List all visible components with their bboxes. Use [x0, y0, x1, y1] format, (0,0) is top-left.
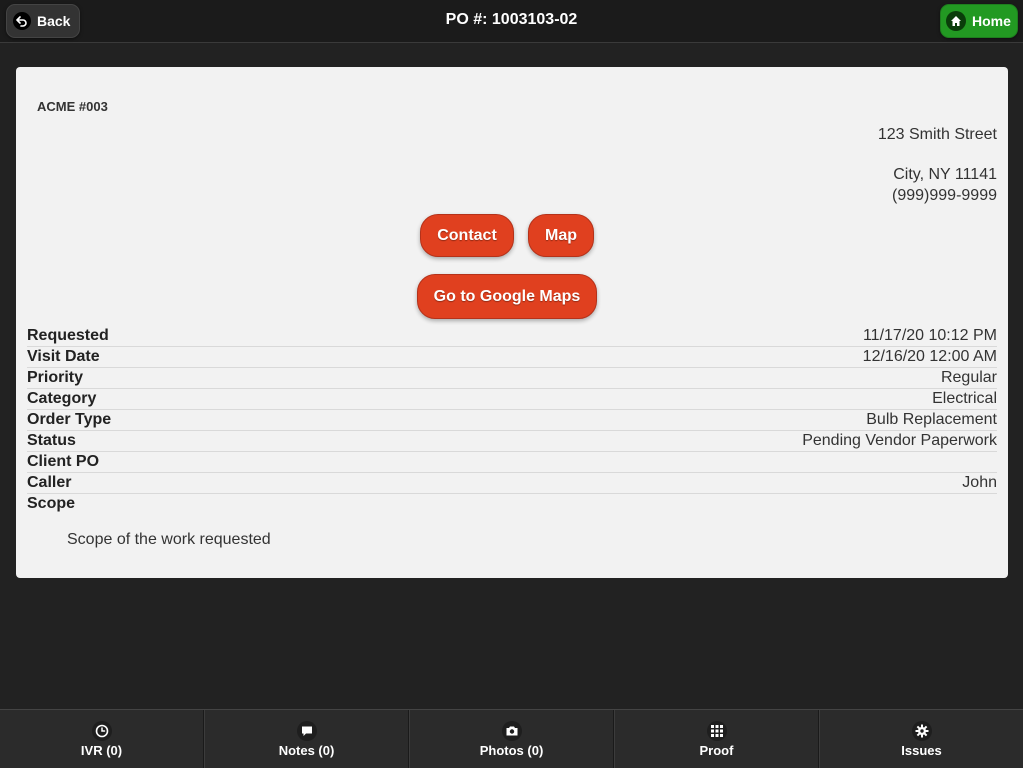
detail-label: Category [27, 390, 97, 407]
store-name: ACME #003 [37, 99, 108, 114]
grid-icon [706, 720, 727, 741]
footer-tab-proof[interactable]: Proof [614, 710, 819, 768]
footer-tab-label: Photos (0) [479, 742, 544, 758]
detail-row-category: Category Electrical [27, 389, 997, 410]
footer-tab-ivr[interactable]: IVR (0) [0, 710, 204, 768]
detail-label: Priority [27, 369, 84, 386]
detail-row-caller: Caller John [27, 473, 997, 494]
address-street: 123 Smith Street [877, 126, 997, 143]
footer-tab-label: Issues [901, 742, 942, 758]
gear-icon [911, 720, 932, 741]
camera-icon [501, 720, 522, 741]
footer-tab-notes[interactable]: Notes (0) [204, 710, 409, 768]
detail-label: Order Type [27, 411, 112, 428]
home-icon [946, 11, 966, 31]
detail-label: Client PO [27, 453, 100, 470]
comment-icon [296, 720, 317, 741]
work-order-card: ACME #003 123 Smith Street City, NY 1114… [16, 67, 1008, 578]
detail-row-visit-date: Visit Date 12/16/20 12:00 AM [27, 347, 997, 368]
footer-tab-label: IVR (0) [80, 742, 123, 758]
detail-value: Bulb Replacement [866, 411, 997, 428]
detail-label: Caller [27, 474, 72, 491]
clock-icon [91, 720, 112, 741]
page-title: PO #: 1003103-02 [445, 11, 578, 28]
detail-value: Regular [940, 369, 997, 386]
home-button[interactable]: Home [940, 4, 1018, 38]
detail-label: Status [27, 432, 76, 449]
detail-value: 12/16/20 12:00 AM [862, 348, 997, 365]
detail-value: 11/17/20 10:12 PM [862, 327, 997, 344]
detail-row-priority: Priority Regular [27, 368, 997, 389]
footer-tab-photos[interactable]: Photos (0) [409, 710, 614, 768]
detail-list: Requested 11/17/20 10:12 PM Visit Date 1… [27, 326, 997, 514]
detail-row-client-po: Client PO [27, 452, 997, 473]
detail-value: Electrical [932, 390, 997, 407]
phone-number: (999)999-9999 [892, 187, 997, 204]
header-bar: Back PO #: 1003103-02 Home [0, 0, 1023, 43]
detail-label: Requested [27, 327, 109, 344]
address-city: City, NY 11141 [893, 166, 997, 183]
google-maps-button[interactable]: Go to Google Maps [417, 274, 597, 319]
detail-row-order-type: Order Type Bulb Replacement [27, 410, 997, 431]
home-button-label: Home [972, 13, 1011, 29]
detail-label: Visit Date [27, 348, 100, 365]
footer-nav: IVR (0) Notes (0) Photos (0) Proof Issue… [0, 709, 1023, 768]
detail-row-scope: Scope [27, 494, 997, 514]
detail-row-status: Status Pending Vendor Paperwork [27, 431, 997, 452]
contact-button[interactable]: Contact [420, 214, 514, 257]
detail-value: John [962, 474, 997, 491]
footer-tab-label: Proof [699, 742, 734, 758]
detail-value: Pending Vendor Paperwork [802, 432, 997, 449]
footer-tab-label: Notes (0) [278, 742, 335, 758]
scope-description: Scope of the work requested [67, 531, 271, 548]
detail-label: Scope [27, 495, 76, 512]
footer-tab-issues[interactable]: Issues [819, 710, 1023, 768]
detail-row-requested: Requested 11/17/20 10:12 PM [27, 326, 997, 347]
map-button[interactable]: Map [528, 214, 594, 257]
